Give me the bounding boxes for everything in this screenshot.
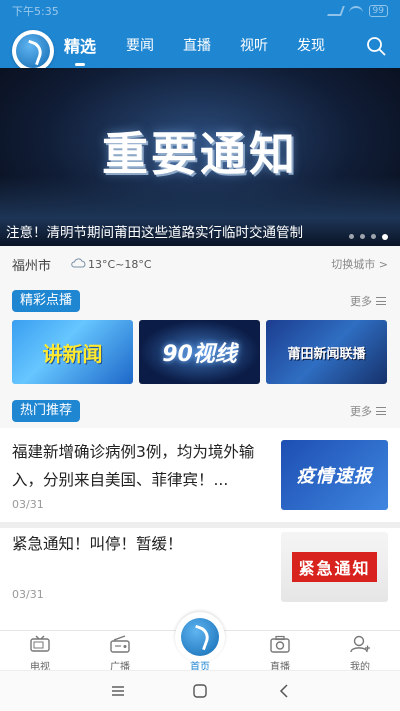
- menu-lines-icon[interactable]: [110, 683, 126, 699]
- carousel-dot[interactable]: [371, 234, 376, 239]
- switch-city-link[interactable]: 切换城市 >: [331, 256, 388, 272]
- radio-icon: [110, 635, 130, 653]
- channel-tabs: 精选 要闻 直播 视听 发现: [64, 22, 354, 68]
- banner-caption: 注意！清明节期间莆田这些道路实行临时交通管制: [6, 225, 303, 241]
- news-title: 福建新增确诊病例3例，均为境外输入，分别来自美国、菲律宾！...: [12, 443, 255, 489]
- wifi-icon: [348, 6, 363, 16]
- menu-icon: [376, 407, 386, 415]
- user-icon: [350, 635, 370, 653]
- battery-icon: 99: [368, 5, 388, 17]
- featured-more-button[interactable]: 更多: [350, 293, 386, 309]
- system-nav-bar: [0, 670, 400, 711]
- featured-header: 精彩点播 更多: [0, 288, 400, 314]
- hot-more-button[interactable]: 更多: [350, 403, 386, 419]
- carousel-dot[interactable]: [360, 234, 365, 239]
- thumbnail-title: 莆田新闻联播: [287, 346, 366, 362]
- video-thumbnail[interactable]: 讲新闻: [12, 320, 133, 384]
- banner-title: 重要通知: [102, 127, 298, 181]
- camera-icon: [270, 635, 290, 653]
- status-time: 下午5:35: [12, 5, 59, 18]
- temperature: 13°C~18°C: [88, 257, 152, 271]
- tab-live[interactable]: 直播: [183, 35, 211, 55]
- back-icon[interactable]: [276, 683, 292, 699]
- featured-carousel: 讲新闻 90视线 莆田新闻联播: [12, 320, 400, 384]
- nav-home[interactable]: 首页: [168, 612, 232, 673]
- carousel-indicator: [349, 234, 388, 240]
- news-title: 紧急通知！叫停！暂缓！: [12, 535, 183, 553]
- nav-tv[interactable]: 电视: [0, 635, 80, 673]
- status-bar: 下午5:35 99: [0, 0, 400, 22]
- news-date: 03/31: [12, 588, 44, 601]
- thumbnail-title: 讲新闻: [42, 341, 103, 366]
- nav-radio[interactable]: 广播: [80, 635, 160, 673]
- news-date: 03/31: [12, 498, 44, 511]
- search-icon[interactable]: [366, 36, 386, 56]
- tab-audiovisual[interactable]: 视听: [240, 35, 268, 55]
- signal-icon: [326, 6, 345, 16]
- tab-featured[interactable]: 精选: [64, 33, 96, 57]
- more-label: 更多: [350, 405, 372, 418]
- hot-label: 热门推荐: [12, 400, 81, 422]
- home-logo-icon: [181, 618, 219, 656]
- nav-mine[interactable]: 我的: [320, 635, 400, 673]
- channel-nav: 精选 要闻 直播 视听 发现: [0, 22, 400, 72]
- video-thumbnail[interactable]: 莆田新闻联播: [266, 320, 387, 384]
- tab-headlines[interactable]: 要闻: [126, 35, 154, 55]
- top-header: 下午5:35 99 精选 要闻 直播 视听 发现: [0, 0, 400, 72]
- news-thumbnail: 疫情速报: [281, 440, 388, 510]
- home-button: [175, 612, 225, 662]
- carousel-dot-active[interactable]: [382, 234, 388, 240]
- cloud-icon: [71, 258, 86, 268]
- tv-icon: [30, 635, 50, 652]
- weather-bar: 福州市 13°C~18°C 切换城市 >: [0, 246, 400, 282]
- status-icons: 99: [326, 5, 388, 17]
- thumbnail-text: 紧急通知: [292, 552, 377, 582]
- nav-live[interactable]: 直播: [240, 635, 320, 673]
- app-logo[interactable]: [12, 30, 54, 72]
- thumbnail-text: 疫情速报: [296, 466, 373, 487]
- app-screen: 下午5:35 99 精选 要闻 直播 视听 发现 重要通知 注意！清明节期间莆田…: [0, 0, 400, 711]
- carousel-dot[interactable]: [349, 234, 354, 239]
- video-thumbnail[interactable]: 90视线: [139, 320, 260, 384]
- hot-header: 热门推荐 更多: [0, 398, 400, 424]
- more-label: 更多: [350, 295, 372, 308]
- logo-icon: [16, 34, 50, 68]
- tab-discover[interactable]: 发现: [297, 35, 325, 55]
- hero-banner[interactable]: 重要通知 注意！清明节期间莆田这些道路实行临时交通管制: [0, 68, 400, 246]
- city-name: 福州市: [12, 258, 52, 274]
- news-thumbnail: 紧急通知: [281, 532, 388, 602]
- thumbnail-title: 90视线: [162, 342, 237, 367]
- featured-label: 精彩点播: [12, 290, 81, 312]
- menu-icon: [376, 297, 386, 305]
- news-item[interactable]: 福建新增确诊病例3例，均为境外输入，分别来自美国、菲律宾！... 03/31 疫…: [0, 428, 400, 524]
- home-square-icon[interactable]: [192, 683, 208, 699]
